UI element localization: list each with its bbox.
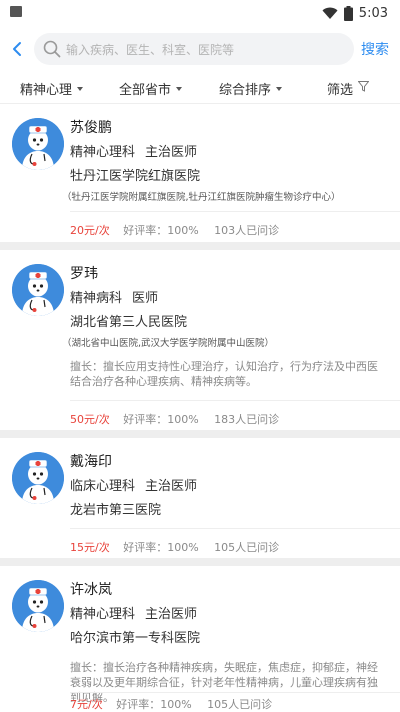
doctor-hospital: 龙岩市第三医院: [70, 503, 162, 518]
rating: 好评率：100%: [116, 698, 192, 711]
caret-down-icon: [276, 86, 283, 91]
hospital-note: （湖北省中山医院,武汉大学医学院附属中山医院）: [62, 338, 275, 349]
notification-icon: [10, 6, 22, 17]
doctor-department: 精神心理科: [70, 145, 136, 160]
search-input[interactable]: 输入疾病、医生、科室、医院等: [34, 33, 354, 65]
doctor-stats: 50元/次 好评率：100% 183人已问诊: [70, 411, 279, 427]
consult-price: 7元/次: [70, 698, 103, 711]
doctor-name: 许冰岚: [70, 582, 112, 598]
wifi-icon: [322, 7, 338, 20]
consult-count: 105人已问诊: [207, 698, 273, 711]
card-divider: [70, 692, 400, 693]
doctor-title-line: 临床心理科 主治医师: [70, 478, 388, 496]
doctor-stats: 15元/次 好评率：100% 105人已问诊: [70, 539, 279, 555]
doctor-card[interactable]: 罗玮 精神病科 医师 湖北省第三人民医院 （湖北省中山医院,武汉大学医学院附属中山…: [0, 250, 400, 438]
caret-down-icon: [176, 86, 183, 91]
doctor-avatar: [12, 118, 64, 170]
search-placeholder: 输入疾病、医生、科室、医院等: [66, 43, 235, 57]
filter-department[interactable]: 精神心理: [20, 79, 84, 98]
caret-down-icon: [77, 86, 84, 91]
rating: 好评率：100%: [123, 224, 199, 237]
status-right: 5:03: [322, 4, 388, 22]
consult-price: 20元/次: [70, 224, 110, 237]
doctor-rank: 医师: [132, 291, 159, 306]
doctor-card[interactable]: 戴海印 临床心理科 主治医师 龙岩市第三医院 15元/次 好评率：100% 105…: [0, 438, 400, 566]
rating: 好评率：100%: [123, 413, 199, 426]
search-icon: [42, 39, 62, 63]
consult-price: 15元/次: [70, 541, 110, 554]
doctor-department: 精神心理科: [70, 607, 136, 622]
consult-price: 50元/次: [70, 413, 110, 426]
doctor-info: 罗玮 精神病科 医师 湖北省第三人民医院 （湖北省中山医院,武汉大学医学院附属中山…: [62, 264, 388, 389]
doctor-hospital: 湖北省第三人民医院: [70, 315, 188, 330]
filter-bar: 精神心理 全部省市 综合排序 筛选: [0, 70, 400, 104]
doctor-info: 戴海印 临床心理科 主治医师 龙岩市第三医院: [70, 452, 388, 520]
doctor-title-line: 精神心理科 主治医师: [70, 606, 388, 624]
doctor-title-line: 精神病科 医师: [70, 290, 388, 308]
filter-department-label: 精神心理: [20, 83, 73, 98]
status-bar: 5:03: [0, 0, 400, 26]
hospital-note: （牡丹江医学院附属红旗医院,牡丹江红旗医院肿瘤生物诊疗中心）: [62, 192, 341, 203]
doctor-avatar: [12, 264, 64, 316]
doctor-rank: 主治医师: [145, 479, 198, 494]
doctor-info: 许冰岚 精神心理科 主治医师 哈尔滨市第一专科医院 擅长：擅长治疗各种精神疾病，失…: [70, 580, 388, 705]
doctor-name: 苏俊鹏: [70, 120, 112, 136]
search-header: 输入疾病、医生、科室、医院等 搜索: [0, 30, 400, 68]
funnel-icon: [357, 81, 370, 96]
consult-count: 103人已问诊: [214, 224, 280, 237]
doctor-card[interactable]: 苏俊鹏 精神心理科 主治医师 牡丹江医学院红旗医院 （牡丹江医学院附属红旗医院,牡…: [0, 104, 400, 250]
filter-sort[interactable]: 综合排序: [219, 79, 283, 98]
consult-count: 105人已问诊: [214, 541, 280, 554]
filter-button-label: 筛选: [327, 83, 354, 98]
doctor-specialty: 擅长：擅长应用支持性心理治疗，认知治疗，行为疗法及中西医结合治疗各种心理疾病、精…: [70, 360, 378, 388]
doctor-avatar: [12, 580, 64, 632]
doctor-name: 罗玮: [70, 266, 98, 282]
doctor-info: 苏俊鹏 精神心理科 主治医师 牡丹江医学院红旗医院 （牡丹江医学院附属红旗医院,牡…: [62, 118, 388, 205]
doctor-department: 精神病科: [70, 291, 123, 306]
doctor-title-line: 精神心理科 主治医师: [70, 144, 388, 162]
status-time: 5:03: [358, 5, 388, 21]
search-button[interactable]: 搜索: [361, 39, 389, 59]
card-divider: [70, 528, 400, 529]
doctor-department: 临床心理科: [70, 479, 136, 494]
filter-button[interactable]: 筛选: [327, 79, 370, 98]
doctor-hospital: 哈尔滨市第一专科医院: [70, 631, 201, 646]
doctor-rank: 主治医师: [145, 607, 198, 622]
filter-region[interactable]: 全部省市: [119, 79, 183, 98]
doctor-stats: 20元/次 好评率：100% 103人已问诊: [70, 222, 279, 238]
card-divider: [70, 400, 400, 401]
filter-region-label: 全部省市: [119, 83, 172, 98]
rating: 好评率：100%: [123, 541, 199, 554]
back-icon[interactable]: [10, 38, 30, 60]
doctor-rank: 主治医师: [145, 145, 198, 160]
doctor-hospital: 牡丹江医学院红旗医院: [70, 169, 201, 184]
doctor-avatar: [12, 452, 64, 504]
doctor-name: 戴海印: [70, 454, 112, 470]
doctor-card[interactable]: 许冰岚 精神心理科 主治医师 哈尔滨市第一专科医院 擅长：擅长治疗各种精神疾病，失…: [0, 566, 400, 712]
card-divider: [70, 211, 400, 212]
battery-icon: [343, 5, 353, 21]
consult-count: 183人已问诊: [214, 413, 280, 426]
doctor-stats: 7元/次 好评率：100% 105人已问诊: [70, 696, 272, 712]
doctor-list: 苏俊鹏 精神心理科 主治医师 牡丹江医学院红旗医院 （牡丹江医学院附属红旗医院,牡…: [0, 104, 400, 712]
filter-sort-label: 综合排序: [219, 83, 272, 98]
